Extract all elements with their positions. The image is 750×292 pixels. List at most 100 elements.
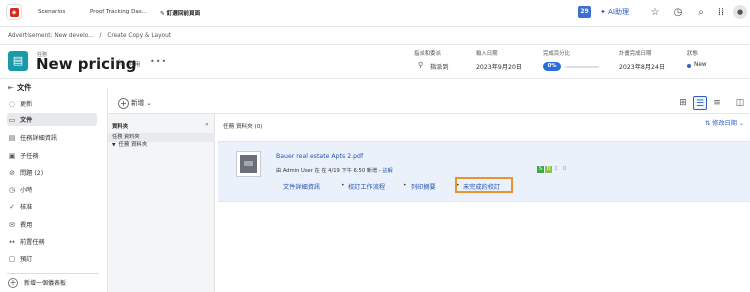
expense-icon: ✉: [9, 220, 15, 229]
list-header: 任務 資料夾 (0): [223, 124, 263, 130]
divider: [0, 78, 750, 79]
chevron-down-icon: ⌄: [738, 120, 745, 127]
more-options-icon[interactable]: •••: [150, 57, 167, 66]
ai-assistant-button[interactable]: ✦ AI助理: [600, 7, 629, 17]
sidebar-item-label: 子任務: [20, 153, 39, 160]
document-details-link[interactable]: 文件詳細資訊: [283, 182, 320, 191]
section-title-label: 文件: [17, 83, 32, 92]
sidebar-item-predecessors[interactable]: ↔ 前置任務: [7, 235, 97, 248]
entry-date-label: 輸入日期: [476, 51, 498, 57]
apps-grid-icon[interactable]: ⁞⁞: [714, 6, 728, 20]
sort-arrows-icon: ⇅: [705, 120, 711, 127]
top-bar: ◈ Scenarios Proof Tracking Das... ✎ 釘選回前…: [0, 0, 750, 27]
sidebar-item-label: 文件: [20, 117, 33, 124]
sidebar-item-label: 核准: [20, 204, 33, 211]
thumbnail-image: [240, 155, 257, 173]
highlight-outline: [455, 177, 513, 193]
progress-bar: [565, 66, 599, 68]
status-label: 狀態: [687, 51, 698, 57]
sidebar-item-label: 預訂: [20, 256, 33, 263]
status-dot: [687, 64, 691, 68]
breadcrumb-task[interactable]: Create Copy & Layout: [107, 33, 171, 39]
document-icon: ▭: [8, 115, 16, 124]
divider: [0, 44, 750, 45]
sidebar-item-task-details[interactable]: ▤ 任務詳細資訊: [7, 131, 97, 144]
percent-complete-value[interactable]: 0%: [543, 62, 561, 71]
caret-down-icon: ▼: [112, 143, 116, 148]
entry-date-value: 2023年9月20日: [476, 64, 523, 71]
app-logo[interactable]: ◈: [6, 4, 22, 20]
tab-pin-page[interactable]: ✎ 釘選回前頁面: [160, 9, 200, 17]
status-value[interactable]: New: [694, 62, 707, 68]
person-icon: ⚲: [418, 61, 424, 69]
proof-status-chip: C: [554, 166, 559, 172]
share-button[interactable]: 共用: [129, 60, 140, 68]
sort-button[interactable]: ⇅ 修改日期 ⌄: [705, 118, 744, 127]
sidebar-item-updates[interactable]: ◌ 更新: [7, 97, 97, 110]
collapse-panel-icon[interactable]: «: [205, 121, 209, 128]
sidebar-item-expenses[interactable]: ✉ 費用: [7, 218, 97, 231]
speech-bubble-icon: ◌: [8, 99, 16, 108]
planned-completion-value[interactable]: 2023年8月24日: [619, 62, 665, 71]
planned-completion-label: 計畫完成日期: [619, 51, 652, 57]
new-button[interactable]: + 新增 ⌄: [118, 97, 152, 109]
chevron-down-icon: ⌄: [146, 99, 152, 107]
sidebar-item-bookings[interactable]: ▢ 預訂: [7, 252, 97, 265]
row-view-icon[interactable]: ☰: [693, 96, 707, 110]
recent-clock-icon[interactable]: ◷: [671, 6, 685, 20]
document-name-link[interactable]: Bauer real estate Apts 2.pdf: [276, 153, 363, 160]
add-dashboard-label: 新增一個儀表板: [24, 280, 67, 287]
task-clipboard-icon: ▤: [8, 51, 28, 71]
details-icon: ▤: [8, 133, 16, 142]
breadcrumb-project[interactable]: Advertisement: New develo...: [8, 33, 94, 39]
sidebar-item-label: 小時: [20, 187, 33, 194]
sidebar-item-label: 前置任務: [20, 239, 45, 246]
sidebar-item-label: 任務詳細資訊: [20, 135, 58, 142]
search-icon[interactable]: ⌕: [694, 6, 708, 20]
favorite-star-icon[interactable]: ☆: [648, 6, 662, 20]
divider: [7, 273, 99, 274]
document-meta: 由 Admin User 在 在 4/19 下午 6:50 新增 - 註解: [276, 167, 393, 174]
sidebar-item-issues[interactable]: ⊘ 問題 (2): [7, 166, 97, 179]
new-button-label: 新增: [131, 99, 145, 107]
document-thumbnail[interactable]: [236, 151, 261, 177]
sidebar-item-subtasks[interactable]: ▣ 子任務: [7, 149, 97, 162]
tab-scenarios[interactable]: Scenarios: [38, 9, 65, 15]
folder-item[interactable]: ▼ 任務 資料夾: [112, 140, 147, 148]
sparkle-icon: ✦: [600, 8, 606, 16]
pin-icon: ✎: [160, 11, 165, 17]
user-avatar[interactable]: ●: [733, 5, 747, 19]
tab-pin-label: 釘選回前頁面: [166, 11, 201, 17]
grid-view-icon[interactable]: ⊞: [676, 96, 690, 110]
logo-mark: ◈: [9, 7, 19, 17]
clock-icon: ◷: [8, 185, 16, 194]
proof-status-chip: O: [562, 166, 567, 172]
comment-link[interactable]: 註解: [382, 168, 392, 174]
tab-proof-tracking[interactable]: Proof Tracking Das...: [90, 9, 147, 15]
favorite-star-icon[interactable]: ☆: [115, 58, 124, 69]
breadcrumb-separator: /: [99, 33, 102, 39]
assignee-value[interactable]: 指派到: [430, 62, 449, 71]
subtask-icon: ▣: [8, 151, 16, 160]
list-view-icon[interactable]: ≡: [710, 96, 724, 110]
sort-label: 修改日期: [712, 120, 737, 127]
predecessor-icon: ↔: [9, 237, 15, 246]
document-meta-text: 由 Admin User 在 在 4/19 下午 6:50 新增 -: [276, 168, 383, 174]
plus-icon: +: [118, 97, 129, 109]
add-dashboard-button[interactable]: + 新增一個儀表板: [8, 278, 66, 288]
side-panel-icon[interactable]: ◫: [733, 96, 747, 110]
sidebar-item-approvals[interactable]: ✓ 核准: [7, 200, 97, 213]
section-title: ⇤ 文件: [8, 83, 31, 93]
print-summary-link[interactable]: 列印摘要: [411, 182, 436, 191]
sidebar-item-label: 問題 (2): [20, 170, 44, 177]
folder-sub-label[interactable]: 任務 資料夾: [112, 133, 140, 140]
plus-icon: +: [8, 278, 18, 288]
proof-workflow-link[interactable]: 校訂工作流程: [348, 182, 385, 191]
collapse-arrow-icon[interactable]: ⇤: [8, 83, 14, 92]
sidebar-item-documents[interactable]: ▭ 文件: [7, 113, 97, 126]
folder-item-label: 任務 資料夾: [118, 142, 148, 148]
booking-icon: ▢: [8, 254, 16, 263]
assignee-label: 指派和委派: [414, 51, 441, 57]
sidebar-item-hours[interactable]: ◷ 小時: [7, 183, 97, 196]
notification-badge[interactable]: 29: [578, 6, 591, 18]
